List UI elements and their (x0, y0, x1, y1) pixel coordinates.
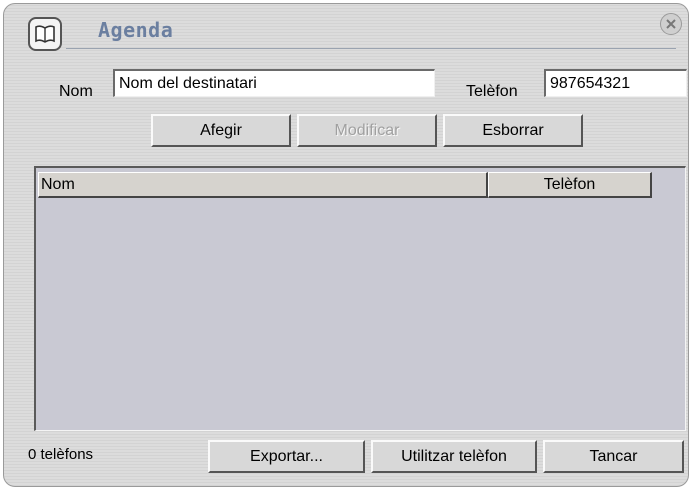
close-icon[interactable] (660, 13, 682, 35)
modify-button[interactable]: Modificar (297, 114, 437, 147)
column-header-phone[interactable]: Telèfon (488, 172, 652, 198)
status-count: 0 telèfons (28, 446, 94, 463)
delete-button[interactable]: Esborrar (443, 114, 583, 147)
column-header-name[interactable]: Nom (38, 172, 488, 198)
agenda-window: Agenda Nom Telèfon Afegir Modificar Esbo… (3, 3, 689, 487)
title-divider (66, 48, 676, 49)
use-phone-button[interactable]: Utilitzar telèfon (371, 440, 537, 473)
window-title: Agenda (98, 18, 174, 42)
name-label: Nom (59, 83, 93, 100)
contacts-list[interactable]: Nom Telèfon (34, 166, 686, 431)
name-input[interactable] (113, 69, 435, 97)
close-button[interactable]: Tancar (543, 440, 684, 473)
add-button[interactable]: Afegir (151, 114, 291, 147)
export-button[interactable]: Exportar... (208, 440, 365, 473)
phone-label: Telèfon (466, 83, 518, 100)
phone-input[interactable] (544, 69, 687, 97)
book-icon (28, 17, 62, 51)
